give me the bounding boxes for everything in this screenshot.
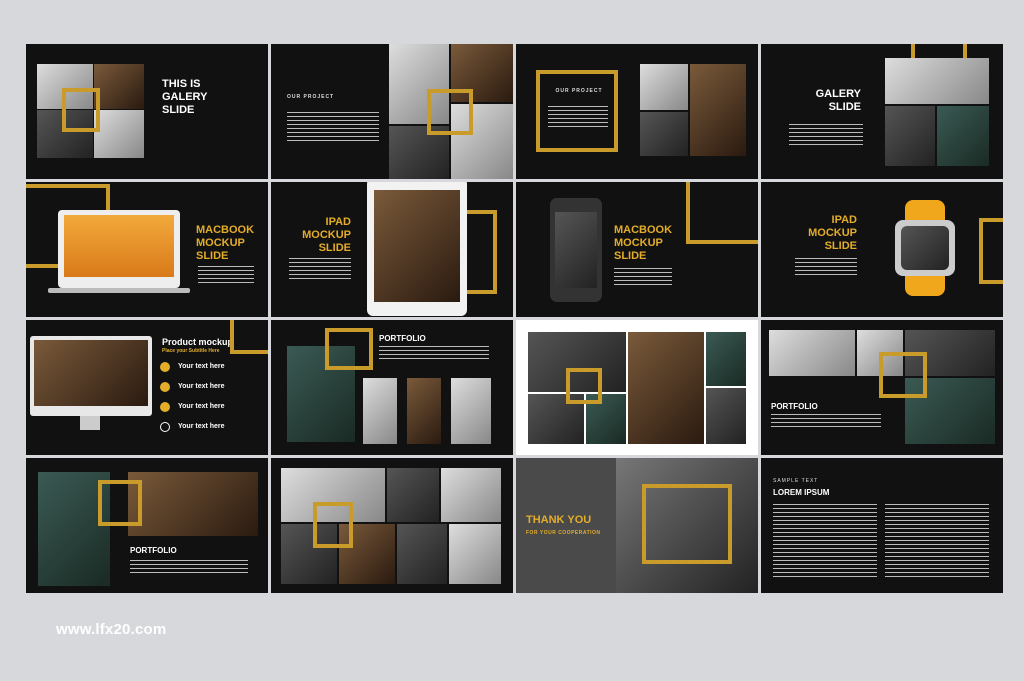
list-item-label: Your text here: [178, 363, 225, 370]
grid-photo: [441, 468, 501, 522]
laptop-base: [48, 288, 190, 293]
slide-macbook-mockup: MACBOOK MOCKUP SLIDE: [26, 182, 268, 317]
slide-title: OUR PROJECT: [555, 88, 603, 94]
gold-frame: [979, 218, 1003, 284]
slide-title: LOREM IPSUM: [773, 488, 830, 497]
gold-frame: [98, 480, 142, 526]
slide-our-project-2: OUR PROJECT: [516, 44, 758, 179]
body-text: [795, 258, 857, 278]
gold-frame: [686, 182, 758, 244]
gallery-photo: [94, 110, 144, 158]
body-text: [789, 124, 863, 146]
collage-photo: [628, 332, 704, 444]
slide-watch-mockup: IPAD MOCKUP SLIDE: [761, 182, 1003, 317]
slide-title: GALERY SLIDE: [815, 88, 861, 113]
slide-kicker: SAMPLE TEXT: [773, 478, 819, 484]
body-text: [548, 106, 608, 130]
watch-screen: [901, 226, 949, 270]
gold-frame: [313, 502, 353, 548]
portfolio-photo: [407, 378, 441, 444]
body-text: [614, 268, 672, 288]
monitor-mockup: [30, 336, 152, 416]
grid-photo: [387, 468, 439, 522]
portfolio-photo: [451, 378, 491, 444]
gold-frame: [879, 352, 927, 398]
slide-portfolio-2: PORTFOLIO: [761, 320, 1003, 455]
body-text: [379, 346, 489, 360]
slide-title: PORTFOLIO: [379, 334, 426, 343]
gold-frame: [642, 484, 732, 564]
gallery-photo: [885, 58, 989, 104]
slide-title: PORTFOLIO: [771, 402, 818, 411]
gold-frame: [230, 320, 268, 354]
slide-title: MACBOOK MOCKUP SLIDE: [614, 224, 673, 262]
person-photo: [555, 212, 597, 288]
gallery-photo: [885, 106, 935, 166]
list-item-label: Your text here: [178, 423, 225, 430]
body-text: [198, 266, 254, 286]
body-text: [287, 112, 379, 142]
body-text-column: [885, 504, 989, 580]
gold-frame: [325, 328, 373, 370]
list-item-label: Your text here: [178, 403, 225, 410]
gallery-photo: [94, 64, 144, 109]
slide-our-project-1: OUR PROJECT: [271, 44, 513, 179]
monitor-stand: [80, 416, 100, 430]
heart-icon: [160, 422, 170, 432]
grid-photo: [397, 524, 447, 584]
tablet-mockup: [367, 182, 467, 316]
gold-frame: [566, 368, 602, 404]
body-text-column: [773, 504, 877, 580]
person-photo: [34, 340, 148, 406]
phone-mockup: [550, 198, 602, 302]
slide-lorem-ipsum: SAMPLE TEXT LOREM IPSUM: [761, 458, 1003, 593]
body-text: [771, 414, 881, 430]
portfolio-photo: [363, 378, 397, 444]
gold-frame: [427, 89, 473, 135]
bullet-icon: [160, 402, 170, 412]
slide-title: PORTFOLIO: [130, 546, 177, 555]
portfolio-photo: [128, 472, 258, 536]
slide-grid: THIS IS GALERY SLIDE OUR PROJECT OUR PRO…: [26, 44, 1003, 596]
slide-ipad-mockup: IPAD MOCKUP SLIDE: [271, 182, 513, 317]
slide-gallery-intro: THIS IS GALERY SLIDE: [26, 44, 268, 179]
collage-photo: [706, 332, 746, 386]
slide-subtitle: FOR YOUR COOPERATION: [526, 530, 601, 536]
smartwatch-mockup: [895, 220, 955, 276]
gold-frame: [62, 88, 100, 132]
body-text: [289, 258, 351, 280]
slide-title: OUR PROJECT: [287, 94, 335, 100]
slide-photo-grid: [271, 458, 513, 593]
person-photo: [374, 190, 460, 302]
slide-title: THIS IS GALERY SLIDE: [162, 78, 208, 116]
laptop-mockup: [58, 210, 180, 288]
slide-gallery: GALERY SLIDE: [761, 44, 1003, 179]
bullet-icon: [160, 382, 170, 392]
slide-title: IPAD MOCKUP SLIDE: [808, 214, 857, 252]
slide-thank-you: THANK YOU FOR YOUR COOPERATION: [516, 458, 758, 593]
sunset-photo: [64, 215, 174, 277]
project-photo: [690, 64, 746, 156]
project-photo: [640, 112, 688, 156]
bullet-icon: [160, 362, 170, 372]
slide-title: THANK YOU: [526, 514, 592, 526]
grid-photo: [449, 524, 501, 584]
collage-photo: [706, 388, 746, 444]
body-text: [130, 560, 248, 574]
slide-title: IPAD MOCKUP SLIDE: [302, 216, 351, 254]
slide-collage: [516, 320, 758, 455]
slide-portfolio-3: PORTFOLIO: [26, 458, 268, 593]
gallery-photo: [937, 106, 989, 166]
watermark: www.lfx20.com: [56, 621, 167, 638]
slide-product-mockup: Product mockup Place your Subtitle Here …: [26, 320, 268, 455]
slide-title: MACBOOK MOCKUP SLIDE: [196, 224, 255, 262]
portfolio-photo: [769, 330, 855, 376]
list-item-label: Your text here: [178, 383, 225, 390]
slide-phone-mockup: MACBOOK MOCKUP SLIDE: [516, 182, 758, 317]
slide-portfolio-1: PORTFOLIO: [271, 320, 513, 455]
mockup-collage: { "slides": { "s1": {"title": "THIS IS G…: [0, 0, 1024, 681]
project-photo: [640, 64, 688, 110]
